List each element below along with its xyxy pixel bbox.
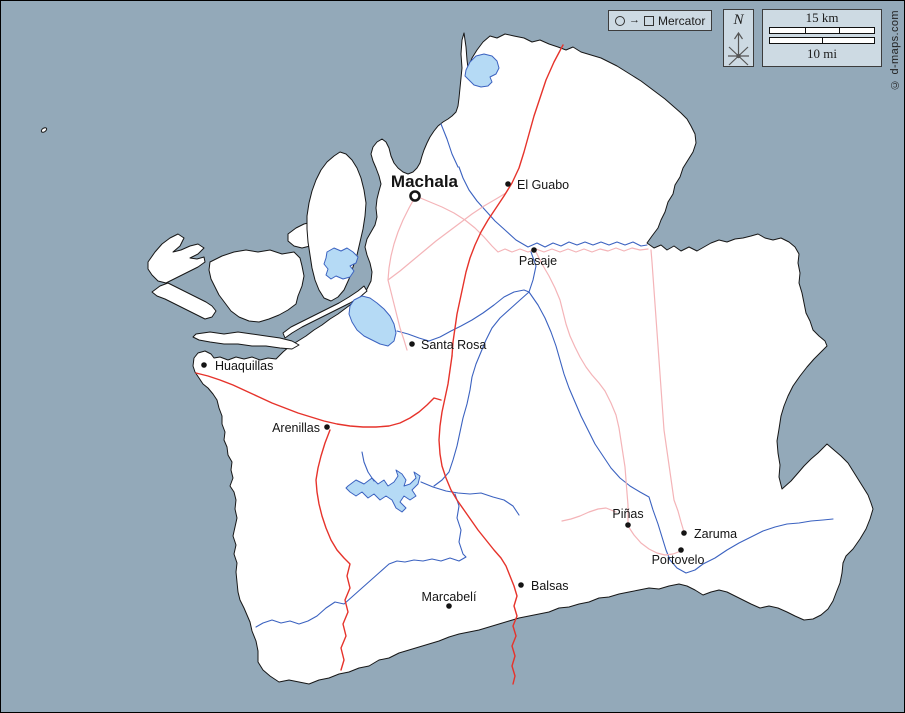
island-peninsula-west-machala [307,152,366,301]
arrow-right-icon: → [629,15,640,26]
scale-bar-mi [769,37,875,44]
city-label-Balsas: Balsas [531,579,569,593]
city-label-Arenillas: Arenillas [272,421,320,435]
scale-tick [839,27,840,34]
city-label-Pasaje: Pasaje [519,254,557,268]
city-label-Machala: Machala [391,172,459,191]
island-northwest-1 [148,234,205,283]
city-label-El Guabo: El Guabo [517,178,569,192]
city-marker-El Guabo [505,181,511,187]
map-root: Machala El Guabo Pasaje Santa Rosa Huaquilla… [0,0,905,713]
scale-tick [822,37,823,44]
city-marker-Santa Rosa [409,341,415,347]
city-marker-Marcabelí [446,603,452,609]
projection-label: Mercator [658,14,705,28]
copyright-text: © d-maps.com [889,10,901,90]
scale-tick [805,27,806,34]
city-marker-Huaquillas [201,362,207,368]
city-marker-Piñas [625,522,631,528]
city-marker-Balsas [518,582,524,588]
compass-rose: N [723,9,754,67]
city-label-Huaquillas: Huaquillas [215,359,273,373]
city-label-Santa Rosa: Santa Rosa [421,338,486,352]
city-marker-Machala [411,192,420,201]
scale-mi-label: 10 mi [763,47,881,61]
land-layer [41,33,873,684]
city-marker-Portovelo [678,547,684,553]
globe-circle-icon [615,16,625,26]
city-label-Marcabelí: Marcabelí [422,590,477,604]
projected-square-icon [644,16,654,26]
projection-legend: → Mercator [608,10,712,31]
scale-bar-panel: 15 km 10 mi [762,9,882,67]
city-label-Piñas: Piñas [612,507,643,521]
island-jambeli-main [209,250,304,322]
city-marker-Zaruma [681,530,687,536]
city-label-Portovelo: Portovelo [652,553,705,567]
scale-bar-km [769,27,875,34]
map-canvas: Machala El Guabo Pasaje Santa Rosa Huaquilla… [0,0,905,713]
scale-km-label: 15 km [763,11,881,25]
city-label-Zaruma: Zaruma [694,527,737,541]
city-marker-Pasaje [531,247,537,253]
compass-needle-icon [724,29,753,67]
island-northwest-2 [152,283,216,319]
compass-north-label: N [724,12,753,29]
city-marker-Arenillas [324,424,330,430]
islet-offshore [41,127,48,133]
ponds-machala [324,248,358,279]
